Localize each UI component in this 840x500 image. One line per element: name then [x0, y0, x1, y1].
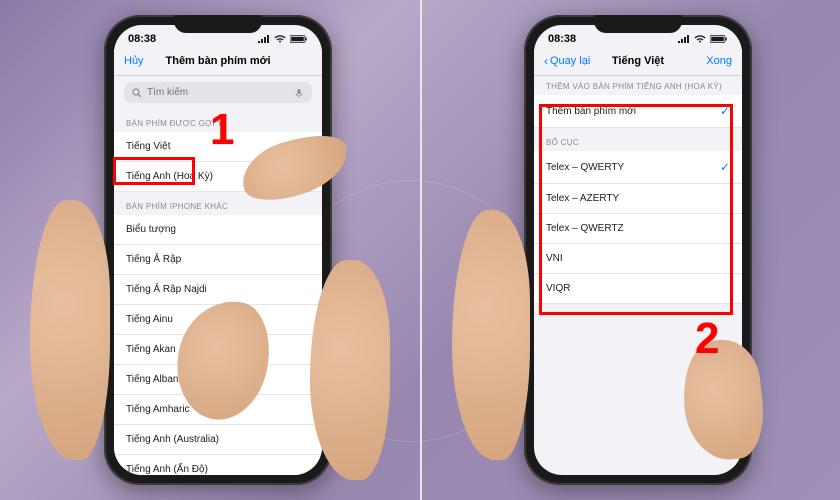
- list-item[interactable]: Tiếng Ả Rập Najdi: [114, 275, 322, 305]
- search-field[interactable]: [124, 82, 312, 103]
- status-icons: [258, 35, 308, 43]
- list-item[interactable]: Tiếng Anh (Ấn Độ): [114, 455, 322, 475]
- back-button[interactable]: ‹ Quay lại: [544, 55, 590, 67]
- list-item[interactable]: VNI: [534, 244, 742, 274]
- checkmark-icon: ✓: [720, 104, 730, 118]
- nav-title: Thêm bàn phím mới: [114, 55, 322, 67]
- notch: [174, 15, 262, 33]
- list-item-label: Thêm bàn phím mới: [546, 106, 636, 117]
- signal-icon: [678, 35, 690, 43]
- list-item-label: Tiếng Akan: [126, 344, 176, 355]
- list-item[interactable]: Tiếng Anh (Hoa Kỳ): [114, 162, 322, 192]
- list-item[interactable]: Tiếng Việt: [114, 132, 322, 162]
- phone-frame-right: 08:38 ‹ Quay lại Tiếng Việt Xong Thêm và…: [524, 15, 752, 485]
- section-other: BÀN PHÍM IPHONE KHÁC: [114, 192, 322, 215]
- nav-bar: ‹ Quay lại Tiếng Việt Xong: [534, 49, 742, 76]
- wifi-icon: [273, 35, 287, 43]
- list-item-label: Tiếng Albania: [126, 374, 186, 385]
- list-item-label: Tiếng Ả Rập: [126, 254, 181, 265]
- list-item-label: Tiếng Amharic: [126, 404, 190, 415]
- search-icon: [132, 88, 142, 98]
- list-item[interactable]: Tiếng Ả Rập: [114, 245, 322, 275]
- list-item[interactable]: Telex – AZERTY: [534, 184, 742, 214]
- list-item[interactable]: Biểu tượng: [114, 215, 322, 245]
- list-item[interactable]: Tiếng Ainu: [114, 305, 322, 335]
- status-icons: [678, 35, 728, 43]
- list-item-label: Tiếng Ả Rập Najdi: [126, 284, 207, 295]
- nav-bar: Hủy Thêm bàn phím mới: [114, 49, 322, 76]
- list-item-label: Tiếng Anh (Australia): [126, 434, 219, 445]
- search-input[interactable]: [147, 87, 289, 98]
- list-item[interactable]: Telex – QWERTY ✓: [534, 151, 742, 184]
- chevron-left-icon: ‹: [544, 55, 548, 67]
- screen-left: 08:38 Hủy Thêm bàn phím mới BÀN PHÍM ĐƯỢ…: [114, 25, 322, 475]
- battery-icon: [290, 35, 308, 43]
- list-item-label: Biểu tượng: [126, 224, 176, 235]
- mic-icon[interactable]: [294, 88, 304, 98]
- status-time: 08:38: [128, 33, 156, 45]
- list-item[interactable]: Thêm bàn phím mới ✓: [534, 95, 742, 128]
- list-item[interactable]: Telex – QWERTZ: [534, 214, 742, 244]
- screen-right: 08:38 ‹ Quay lại Tiếng Việt Xong Thêm và…: [534, 25, 742, 475]
- list-item[interactable]: Tiếng Albania: [114, 365, 322, 395]
- list-item[interactable]: Tiếng Anh (Australia): [114, 425, 322, 455]
- battery-icon: [710, 35, 728, 43]
- list-item-label: VNI: [546, 253, 563, 264]
- list-item-label: Tiếng Anh (Ấn Độ): [126, 464, 208, 475]
- back-label: Quay lại: [550, 55, 590, 67]
- list-item[interactable]: VIQR: [534, 274, 742, 304]
- cancel-button[interactable]: Hủy: [124, 55, 144, 67]
- list-item-label: Tiếng Ainu: [126, 314, 173, 325]
- list-item-label: Telex – AZERTY: [546, 193, 619, 204]
- checkmark-icon: ✓: [720, 160, 730, 174]
- list-item-label: VIQR: [546, 283, 570, 294]
- notch: [594, 15, 682, 33]
- section-layout: BỐ CỤC: [534, 128, 742, 151]
- status-time: 08:38: [548, 33, 576, 45]
- hand-shape: [452, 210, 530, 460]
- list-item[interactable]: Tiếng Amharic: [114, 395, 322, 425]
- phone-frame-left: 08:38 Hủy Thêm bàn phím mới BÀN PHÍM ĐƯỢ…: [104, 15, 332, 485]
- vertical-divider: [420, 0, 422, 500]
- done-button[interactable]: Xong: [706, 55, 732, 67]
- list-item[interactable]: Tiếng Akan: [114, 335, 322, 365]
- section-add: Thêm vào bàn phím Tiếng Anh (Hoa Kỳ): [534, 76, 742, 95]
- section-suggested: BÀN PHÍM ĐƯỢC GỢI Ý: [114, 109, 322, 132]
- list-item-label: Telex – QWERTZ: [546, 223, 624, 234]
- signal-icon: [258, 35, 270, 43]
- wifi-icon: [693, 35, 707, 43]
- list-item-label: Tiếng Việt: [126, 141, 170, 152]
- list-item-label: Telex – QWERTY: [546, 162, 624, 173]
- hand-shape: [30, 200, 110, 460]
- list-item-label: Tiếng Anh (Hoa Kỳ): [126, 171, 213, 182]
